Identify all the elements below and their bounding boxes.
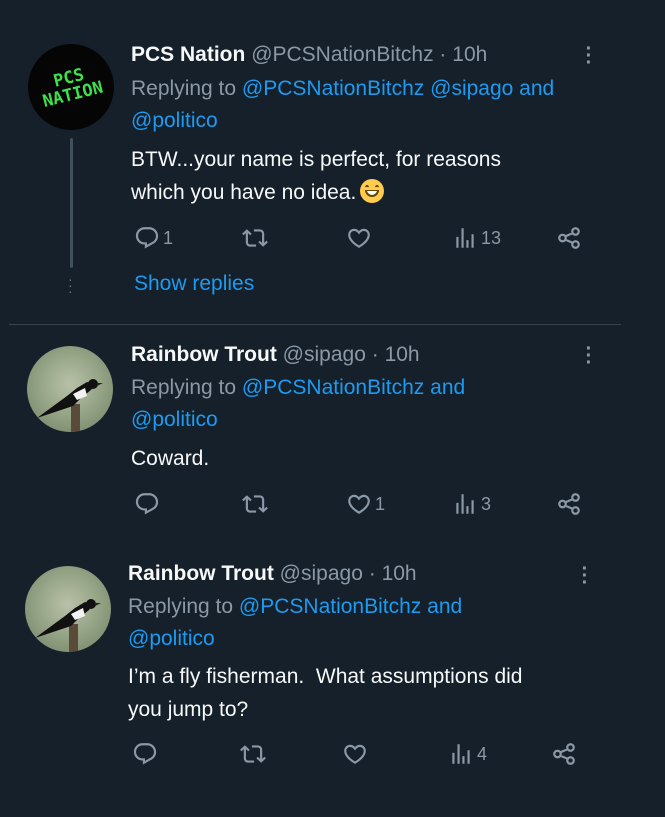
views-count: 4 xyxy=(477,743,488,764)
reply-icon xyxy=(134,225,160,251)
mention-and[interactable]: and xyxy=(519,77,554,100)
heart-icon xyxy=(342,741,368,767)
user-handle[interactable]: @sipago xyxy=(280,562,363,585)
more-icon[interactable]: · · · xyxy=(584,39,594,73)
tweet-rainbow-trout-1[interactable]: Rainbow Trout @sipago · 10h · · · Replying… xyxy=(0,326,665,546)
avatar[interactable] xyxy=(25,566,111,652)
views-button[interactable]: 3 xyxy=(452,489,491,519)
replying-to: Replying to @PCSNationBitchz and @politi… xyxy=(131,376,466,431)
views-count: 13 xyxy=(481,227,502,248)
mention-link[interactable]: @politico xyxy=(131,408,218,431)
views-button[interactable]: 13 xyxy=(452,223,501,253)
show-replies-link[interactable]: Show replies xyxy=(134,272,254,296)
retweet-icon xyxy=(242,491,268,517)
retweet-icon xyxy=(242,225,268,251)
tweet-text: Coward. xyxy=(131,447,210,470)
retweet-button[interactable] xyxy=(242,489,268,519)
tweet-actions: 1 13 xyxy=(0,223,665,253)
tweet-pcs-nation[interactable]: PCS NATION · · · PCS Nation @PCSNationBitc… xyxy=(0,0,665,322)
mention-link[interactable]: @politico xyxy=(128,627,215,650)
like-button[interactable] xyxy=(342,739,368,769)
reply-button[interactable] xyxy=(132,739,158,769)
display-name[interactable]: Rainbow Trout xyxy=(128,562,274,585)
mention-and[interactable]: and xyxy=(430,376,465,399)
views-icon xyxy=(452,225,478,251)
tweet-text: BTW...your name is perfect, for reasons … xyxy=(131,148,501,204)
share-icon xyxy=(556,225,582,251)
more-icon[interactable]: · · · xyxy=(584,339,594,373)
thread-dots-icon: · · · xyxy=(68,271,73,299)
retweet-button[interactable] xyxy=(240,739,266,769)
display-name[interactable]: Rainbow Trout xyxy=(131,343,277,366)
grinning-face-emoji-icon xyxy=(360,179,385,203)
avatar[interactable] xyxy=(27,346,113,432)
timestamp[interactable]: 10h xyxy=(385,343,420,366)
tweet-header: PCS Nation @PCSNationBitchz · 10h xyxy=(131,43,487,67)
mention-link[interactable]: @PCSNationBitchz @sipago xyxy=(242,77,513,100)
more-icon[interactable]: · · · xyxy=(580,559,590,593)
views-button[interactable]: 4 xyxy=(448,739,487,769)
mention-and[interactable]: and xyxy=(427,595,462,618)
reply-icon xyxy=(132,741,158,767)
like-button[interactable]: 1 xyxy=(346,489,385,519)
avatar[interactable]: PCS NATION xyxy=(28,44,114,130)
share-button[interactable] xyxy=(556,223,582,253)
heart-icon xyxy=(346,225,372,251)
mention-link[interactable]: @PCSNationBitchz xyxy=(239,595,421,618)
user-handle[interactable]: @sipago xyxy=(283,343,366,366)
reply-icon xyxy=(134,491,160,517)
reply-count: 1 xyxy=(163,227,174,248)
reply-button[interactable] xyxy=(134,489,160,519)
separator: · xyxy=(368,562,376,585)
views-count: 3 xyxy=(481,493,492,514)
heart-icon xyxy=(346,491,372,517)
magpie-bird-icon xyxy=(35,599,101,652)
avatar-logo: PCS NATION xyxy=(40,64,106,112)
timestamp[interactable]: 10h xyxy=(452,43,487,66)
reply-button[interactable]: 1 xyxy=(134,223,173,253)
like-count: 1 xyxy=(375,493,386,514)
divider xyxy=(9,324,621,325)
tweet-header: Rainbow Trout @sipago · 10h xyxy=(131,343,420,367)
separator: · xyxy=(439,43,447,66)
share-button[interactable] xyxy=(556,489,582,519)
magpie-bird-icon xyxy=(37,379,103,432)
display-name[interactable]: PCS Nation xyxy=(131,43,245,66)
retweet-button[interactable] xyxy=(242,223,268,253)
user-handle[interactable]: @PCSNationBitchz xyxy=(251,43,433,66)
views-icon xyxy=(448,741,474,767)
tweet-rainbow-trout-2[interactable]: Rainbow Trout @sipago · 10h · · · Replying… xyxy=(0,546,665,817)
mention-link[interactable]: @politico xyxy=(131,109,218,132)
share-button[interactable] xyxy=(551,739,577,769)
share-icon xyxy=(551,741,577,767)
replying-to: Replying to @PCSNationBitchz @sipago and… xyxy=(131,77,555,132)
separator: · xyxy=(371,343,379,366)
tweet-header: Rainbow Trout @sipago · 10h xyxy=(128,562,417,586)
views-icon xyxy=(452,491,478,517)
mention-link[interactable]: @PCSNationBitchz xyxy=(242,376,424,399)
like-button[interactable] xyxy=(346,223,372,253)
tweet-actions: 4 xyxy=(0,739,665,769)
tweet-text: I’m a fly fisherman. What assumptions di… xyxy=(128,665,523,721)
timestamp[interactable]: 10h xyxy=(382,562,417,585)
tweet-actions: 1 3 xyxy=(0,489,665,519)
share-icon xyxy=(556,491,582,517)
replying-to: Replying to @PCSNationBitchz and @politi… xyxy=(128,595,463,650)
retweet-icon xyxy=(240,741,266,767)
